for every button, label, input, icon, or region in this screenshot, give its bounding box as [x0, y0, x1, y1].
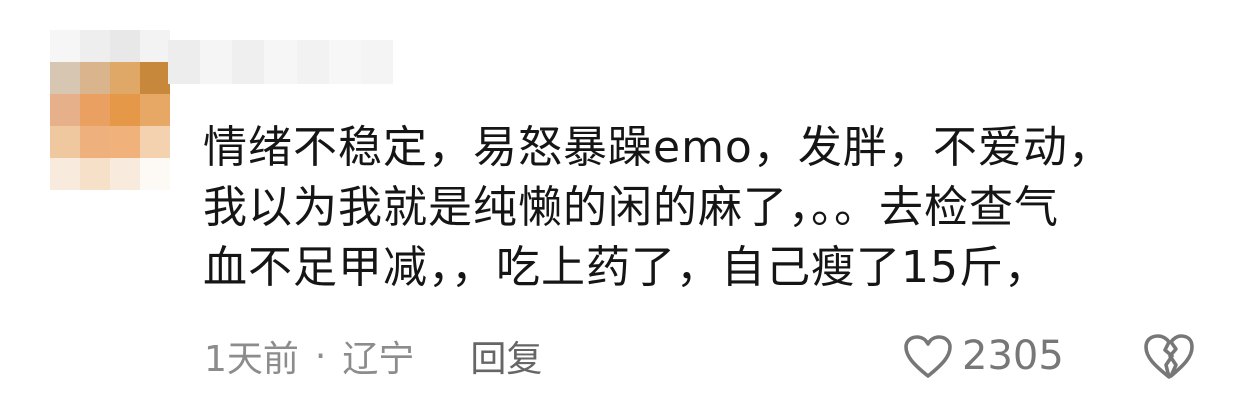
avatar-pixel	[50, 158, 80, 190]
heart-outline-icon	[904, 335, 952, 378]
reply-button[interactable]: 回复	[470, 330, 542, 382]
avatar-pixel	[110, 94, 140, 126]
avatar-pixel	[140, 94, 170, 126]
username-pixel	[168, 40, 201, 84]
avatar-pixel	[110, 62, 140, 94]
username-pixel	[264, 40, 297, 84]
avatar-pixel	[80, 126, 110, 158]
meta-separator: ·	[314, 335, 327, 377]
avatar-pixel	[140, 62, 170, 94]
comment-location: 辽宁	[342, 339, 415, 380]
avatar-pixel	[80, 30, 110, 62]
avatar-pixel	[50, 30, 80, 62]
like-count: 2305	[962, 333, 1064, 379]
username-pixel	[200, 40, 233, 84]
username-pixel	[328, 40, 361, 84]
broken-heart-icon[interactable]	[1142, 332, 1196, 380]
avatar-pixel	[140, 126, 170, 158]
comment-time: 1天前	[204, 339, 299, 380]
username-pixel	[296, 40, 329, 84]
avatar-pixel	[50, 62, 80, 94]
avatar-pixel	[80, 94, 110, 126]
avatar-pixel	[140, 30, 170, 62]
username-blurred[interactable]	[168, 40, 393, 84]
avatar-pixel	[80, 158, 110, 190]
avatar-pixel	[50, 126, 80, 158]
avatar-pixel	[50, 94, 80, 126]
like-button[interactable]: 2305	[902, 330, 1064, 382]
avatar-pixel	[140, 158, 170, 190]
user-avatar-pixelated[interactable]	[50, 30, 170, 190]
username-pixel	[232, 40, 265, 84]
avatar-pixel	[80, 62, 110, 94]
avatar-pixel	[110, 158, 140, 190]
avatar-pixel	[110, 30, 140, 62]
comment-meta: 1天前 · 辽宁 回复	[204, 330, 542, 382]
avatar-pixel	[110, 126, 140, 158]
comment-text: 情绪不稳定，易怒暴躁emo，发胖，不爱动， 我以为我就是纯懒的闲的麻了，。。去检…	[203, 122, 1113, 293]
username-pixel	[360, 40, 393, 84]
